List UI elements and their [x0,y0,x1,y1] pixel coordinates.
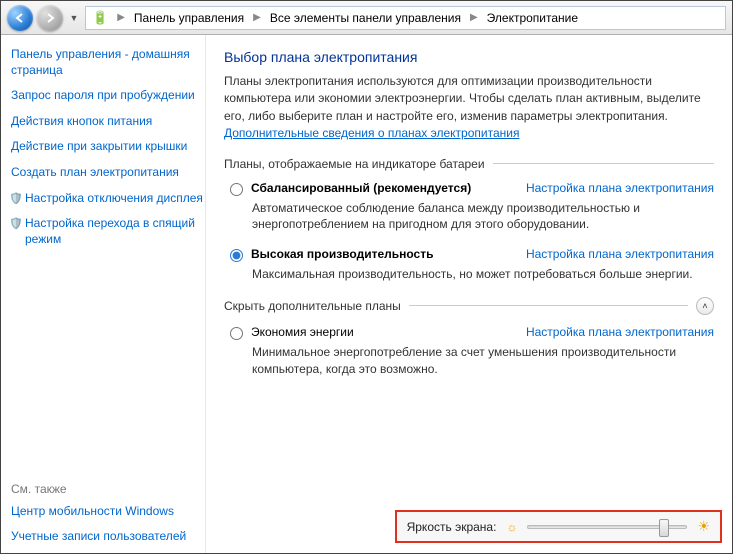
breadcrumb-item[interactable]: Все элементы панели управления [270,11,461,25]
sun-large-icon: ☀ [697,518,710,535]
chevron-right-icon: ▶ [250,12,264,23]
plan-settings-link[interactable]: Настройка плана электропитания [526,325,714,339]
sidebar-link-create-plan[interactable]: Создать план электропитания [11,165,205,181]
collapse-button[interactable]: ˄ [696,297,714,315]
back-button[interactable] [7,5,33,31]
plan-description: Минимальное энергопотребление за счет ум… [252,344,712,378]
divider [409,305,688,306]
sidebar-link-power-buttons[interactable]: Действия кнопок питания [11,114,205,130]
brightness-slider[interactable] [527,525,687,529]
sidebar-link-password[interactable]: Запрос пароля при пробуждении [11,88,205,104]
plan-radio-high-perf[interactable] [230,249,243,262]
plan-settings-link[interactable]: Настройка плана электропитания [526,247,714,261]
page-title: Выбор плана электропитания [224,49,714,65]
plan-title: Экономия энергии [251,325,354,339]
intro-text: Планы электропитания используются для оп… [224,73,714,143]
divider [493,163,714,164]
plan-power-saver: Экономия энергии Настройка плана электро… [230,325,714,378]
plan-radio-balanced[interactable] [230,183,243,196]
see-also-heading: См. также [11,482,205,496]
power-icon: 🔋 [92,10,108,26]
sidebar-link-home[interactable]: Панель управления - домашняя страница [11,47,205,78]
plan-title: Высокая производительность [251,247,433,261]
section-additional-plans[interactable]: Скрыть дополнительные планы ˄ [224,297,714,315]
section-label: Скрыть дополнительные планы [224,299,401,313]
shield-icon: 🛡️ [9,192,23,206]
chevron-right-icon: ▶ [114,12,128,23]
sidebar-link-label: Настройка отключения дисплея [25,191,203,205]
brightness-label: Яркость экрана: [407,520,497,534]
sun-small-icon: ☼ [506,520,517,534]
nav-history-dropdown[interactable]: ▼ [67,8,81,28]
breadcrumb-item[interactable]: Панель управления [134,11,244,25]
plan-high-performance: Высокая производительность Настройка пла… [230,247,714,283]
section-label: Планы, отображаемые на индикаторе батаре… [224,157,485,171]
address-bar: ▼ 🔋 ▶ Панель управления ▶ Все элементы п… [1,1,732,35]
sidebar-link-label: Настройка перехода в спящий режим [25,216,195,246]
breadcrumb-item[interactable]: Электропитание [487,11,578,25]
plan-radio-power-saver[interactable] [230,327,243,340]
see-also-user-accounts[interactable]: Учетные записи пользователей [11,529,205,545]
section-battery-plans: Планы, отображаемые на индикаторе батаре… [224,157,714,171]
brightness-bar: Яркость экрана: ☼ ☀ [395,510,722,543]
chevron-right-icon: ▶ [467,12,481,23]
main-content: Выбор плана электропитания Планы электро… [206,35,732,553]
breadcrumb[interactable]: 🔋 ▶ Панель управления ▶ Все элементы пан… [85,6,726,30]
sidebar-link-lid-close[interactable]: Действие при закрытии крышки [11,139,205,155]
slider-thumb[interactable] [659,519,669,537]
intro-body: Планы электропитания используются для оп… [224,74,701,123]
intro-link[interactable]: Дополнительные сведения о планах электро… [224,126,519,140]
chevron-up-icon: ˄ [702,301,707,311]
sidebar-link-sleep[interactable]: 🛡️ Настройка перехода в спящий режим [11,216,205,247]
sidebar-link-display-off[interactable]: 🛡️ Настройка отключения дисплея [11,191,205,207]
shield-icon: 🛡️ [9,217,23,231]
plan-description: Максимальная производительность, но може… [252,266,712,283]
sidebar: Панель управления - домашняя страница За… [1,35,206,553]
plan-settings-link[interactable]: Настройка плана электропитания [526,181,714,195]
plan-balanced: Сбалансированный (рекомендуется) Настрой… [230,181,714,234]
forward-button[interactable] [37,5,63,31]
see-also-mobility[interactable]: Центр мобильности Windows [11,504,205,520]
plan-title: Сбалансированный (рекомендуется) [251,181,471,195]
plan-description: Автоматическое соблюдение баланса между … [252,200,712,234]
